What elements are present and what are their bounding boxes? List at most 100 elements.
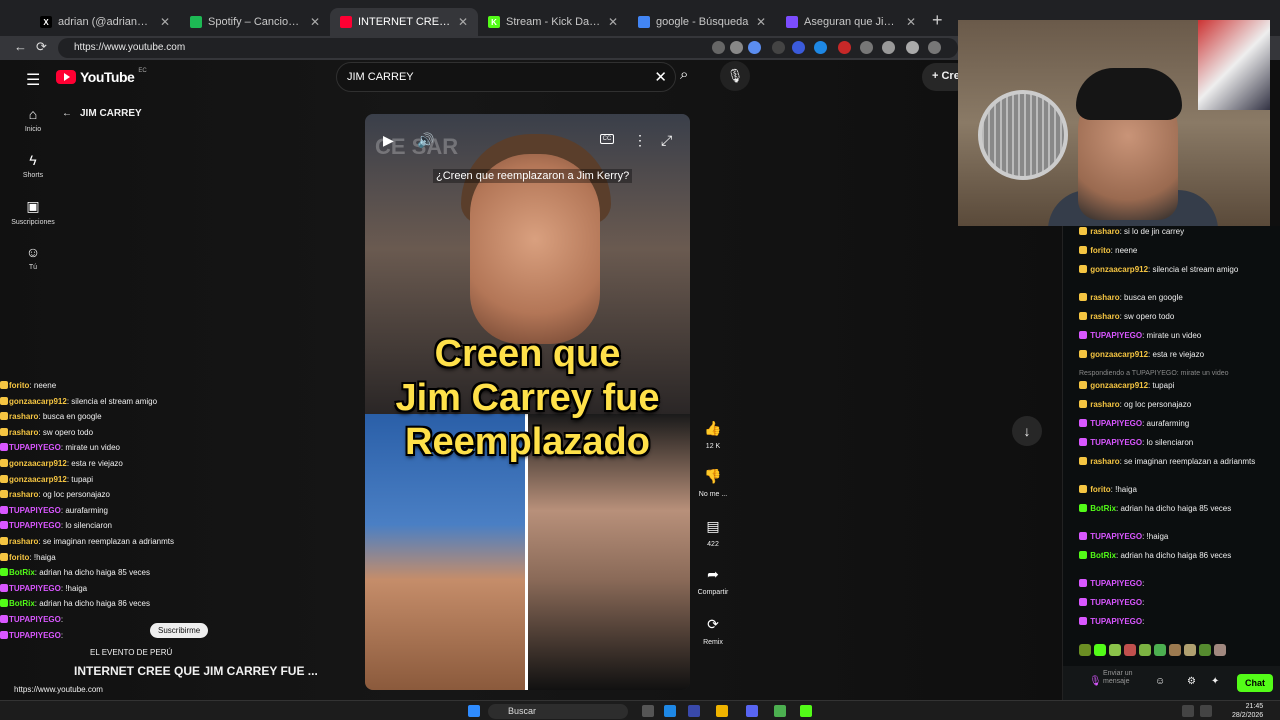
emote-icon[interactable] xyxy=(1199,644,1211,656)
chat-username[interactable]: TUPAPIYEGO xyxy=(1090,579,1142,588)
extension-icon[interactable] xyxy=(772,41,785,54)
dislike-button[interactable]: 👎 No me ... xyxy=(696,468,730,498)
emote-picker-icon[interactable]: ☺ xyxy=(1155,676,1165,687)
settings-icon[interactable]: ⚙ xyxy=(1187,676,1196,687)
tab-close-icon[interactable]: ✕ xyxy=(458,15,468,29)
zoom-icon[interactable] xyxy=(730,41,743,54)
file-explorer-icon[interactable] xyxy=(716,705,728,717)
youtube-logo[interactable]: YouTube EC xyxy=(56,68,147,85)
clear-search-icon[interactable]: ✕ xyxy=(654,68,667,86)
rail-item-suscripciones[interactable]: ▣ Suscripciones xyxy=(8,198,58,226)
chat-username[interactable]: rasharo xyxy=(1090,293,1119,302)
microphone-icon[interactable]: 🎙 xyxy=(720,61,750,91)
tab-close-icon[interactable]: ✕ xyxy=(608,15,618,29)
captions-button[interactable]: CC xyxy=(600,134,614,144)
chat-username[interactable]: TUPAPIYEGO xyxy=(1090,617,1142,626)
taskbar-search[interactable]: Buscar xyxy=(488,704,628,719)
reload-icon[interactable]: ⟳ xyxy=(36,39,47,55)
chat-username[interactable]: rasharo xyxy=(1090,400,1119,409)
chrome-icon[interactable] xyxy=(774,705,786,717)
search-box[interactable]: JIM CARREY ✕ xyxy=(336,62,676,92)
send-chat-button[interactable]: Chat xyxy=(1237,674,1273,692)
subscribe-button[interactable]: Suscribirme xyxy=(150,623,209,638)
back-icon[interactable]: ← xyxy=(14,39,27,54)
emote-icon[interactable] xyxy=(1139,644,1151,656)
search-input[interactable]: JIM CARREY xyxy=(347,71,414,83)
tab-close-icon[interactable]: ✕ xyxy=(906,15,916,29)
bookmark-star-icon[interactable] xyxy=(748,41,761,54)
menu-icon[interactable]: ☰ xyxy=(26,70,40,90)
emote-icon[interactable] xyxy=(1124,644,1136,656)
edge-icon[interactable] xyxy=(664,705,676,717)
chat-username[interactable]: gonzaacarp912 xyxy=(1090,265,1148,274)
extension-icon[interactable] xyxy=(860,41,873,54)
tab-close-icon[interactable]: ✕ xyxy=(756,15,766,29)
chat-username[interactable]: BotRix xyxy=(1090,551,1116,560)
extension-icon[interactable] xyxy=(792,41,805,54)
chat-username[interactable]: gonzaacarp912 xyxy=(1090,350,1148,359)
chat-username[interactable]: TUPAPIYEGO xyxy=(1090,598,1142,607)
emote-icon[interactable] xyxy=(1094,644,1106,656)
clock[interactable]: 21:45 28/2/2026 xyxy=(1232,702,1263,720)
browser-tab[interactable]: K Stream - Kick Dashboard ✕ xyxy=(478,8,628,36)
browser-tab[interactable]: Xadrian (@adrianmts) / X ✕ xyxy=(30,8,180,36)
search-icon[interactable]: ⌕ xyxy=(680,66,688,83)
remix-button[interactable]: ⟳ Remix xyxy=(696,616,730,646)
chat-username[interactable]: rasharo xyxy=(1090,312,1119,321)
overlay-chat-message: rasharo: se imaginan reemplazan a adrian… xyxy=(0,534,330,550)
fullscreen-icon[interactable]: ⤢ xyxy=(661,132,672,149)
rail-item-tú[interactable]: ☺ Tú xyxy=(8,244,58,271)
chat-username[interactable]: forito xyxy=(1090,246,1110,255)
tab-close-icon[interactable]: ✕ xyxy=(160,15,170,29)
translate-icon[interactable] xyxy=(712,41,725,54)
chat-username[interactable]: TUPAPIYEGO xyxy=(1090,438,1142,447)
extension-icon[interactable] xyxy=(838,41,851,54)
channel-name[interactable]: EL EVENTO DE PERÚ xyxy=(90,648,172,657)
network-icon[interactable] xyxy=(1182,705,1194,717)
extension-icon[interactable] xyxy=(882,41,895,54)
chat-username[interactable]: TUPAPIYEGO xyxy=(1090,331,1142,340)
browser-tab[interactable]: google - Búsqueda ✕ xyxy=(628,8,776,36)
new-tab-icon[interactable]: + xyxy=(932,10,943,31)
share-button[interactable]: ➦ Compartir xyxy=(696,566,730,596)
tab-close-icon[interactable]: ✕ xyxy=(310,15,320,29)
extension-icon[interactable] xyxy=(906,41,919,54)
short-video-player[interactable]: CE SAR ▶ 🔊 CC ⋮ ⤢ ¿Creen que reemplazaro… xyxy=(365,114,690,690)
play-icon[interactable]: ▶ xyxy=(383,132,394,149)
browser-tab[interactable]: Aseguran que Jim Carrey fue camb ✕ xyxy=(776,8,926,36)
chat-input[interactable]: Enviar un mensaje xyxy=(1103,670,1147,686)
chat-username[interactable]: rasharo xyxy=(1090,227,1119,236)
chat-username[interactable]: TUPAPIYEGO xyxy=(1090,419,1142,428)
emote-icon[interactable] xyxy=(1169,644,1181,656)
emote-icon[interactable] xyxy=(1109,644,1121,656)
volume-icon[interactable]: 🔊 xyxy=(417,132,434,149)
next-video-arrow-icon[interactable]: ↓ xyxy=(1012,416,1042,446)
emote-icon[interactable] xyxy=(1154,644,1166,656)
bookmarks-icon[interactable] xyxy=(928,41,941,54)
extension-icon[interactable] xyxy=(814,41,827,54)
browser-tab[interactable]: INTERNET CREE QUE JIM CARREY ✕ xyxy=(330,8,478,36)
comments-button[interactable]: ▤ 422 xyxy=(696,518,730,548)
like-button[interactable]: 👍 12 K xyxy=(696,420,730,450)
microphone-icon[interactable]: 🎙 xyxy=(1089,676,1102,687)
browser-tab[interactable]: Spotify – Canciones que te gustan ✕ xyxy=(180,8,330,36)
task-view-icon[interactable] xyxy=(642,705,654,717)
rail-item-shorts[interactable]: ϟ Shorts xyxy=(8,152,58,179)
chat-username[interactable]: rasharo xyxy=(1090,457,1119,466)
chat-username[interactable]: TUPAPIYEGO xyxy=(1090,532,1142,541)
rail-item-inicio[interactable]: ⌂ Inicio xyxy=(8,106,58,133)
emote-icon[interactable] xyxy=(1079,644,1091,656)
store-icon[interactable] xyxy=(688,705,700,717)
kick-icon[interactable] xyxy=(800,705,812,717)
chat-username[interactable]: gonzaacarp912 xyxy=(1090,381,1148,390)
back-arrow-icon[interactable]: ← xyxy=(62,108,72,119)
emote-icon[interactable] xyxy=(1184,644,1196,656)
discord-icon[interactable] xyxy=(746,705,758,717)
volume-icon[interactable] xyxy=(1200,705,1212,717)
windows-start-icon[interactable] xyxy=(468,705,480,717)
more-options-icon[interactable]: ⋮ xyxy=(633,132,647,149)
chat-username[interactable]: BotRix xyxy=(1090,504,1116,513)
emote-icon[interactable] xyxy=(1214,644,1226,656)
chat-username[interactable]: forito xyxy=(1090,485,1110,494)
gear-icon[interactable]: ✦ xyxy=(1211,676,1219,687)
